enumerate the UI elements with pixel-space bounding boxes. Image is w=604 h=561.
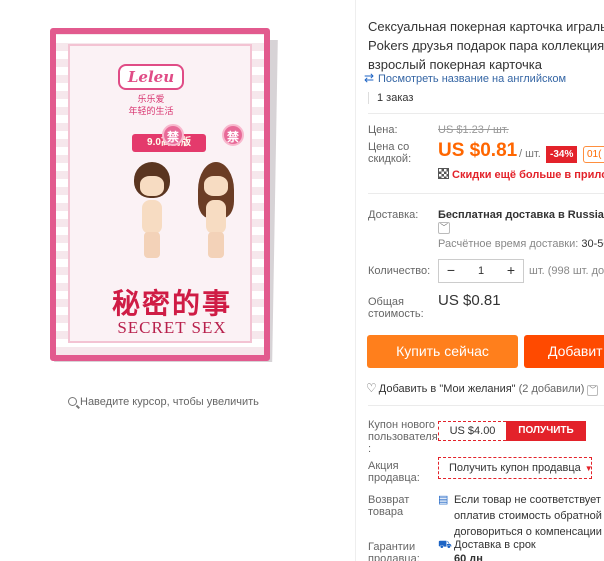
- guarantee-text: Доставка в срок: [454, 539, 536, 551]
- total-label: Общая стоимость:: [368, 296, 424, 320]
- seller-promo-label: Акция продавца:: [368, 460, 420, 484]
- magnifier-icon: [68, 397, 77, 406]
- divider: [368, 405, 604, 406]
- returns-text-line-2: оплатив стоимость обратной п: [454, 510, 604, 522]
- translate-title-link[interactable]: ⇄ Посмотреть название на английском: [364, 71, 566, 85]
- product-box-face: Leleu 乐乐爱 年轻的生活 9.0高清版 禁 禁 秘密的事 SECRET S…: [68, 44, 252, 343]
- discount-badge: -34%: [546, 146, 578, 163]
- quantity-label: Количество:: [368, 265, 431, 277]
- delivery-time: Расчётное время доставки: 30-50: [438, 238, 604, 250]
- delivery-time-label: Расчётное время доставки:: [438, 238, 579, 250]
- brand-logo: Leleu: [118, 64, 184, 90]
- quantity-stepper: − 1 +: [438, 259, 524, 283]
- brand-sub-2: 年轻的生活: [128, 106, 174, 116]
- buy-now-button[interactable]: Купить сейчас: [367, 335, 518, 368]
- returns-label: Возврат товара: [368, 494, 410, 518]
- seller-coupon-dropdown[interactable]: Получить купон продавца ▼: [438, 457, 593, 479]
- shipping-label: Доставка:: [368, 209, 419, 221]
- quantity-available-note: шт. (998 шт. дос: [529, 265, 604, 277]
- quantity-input[interactable]: 1: [463, 260, 499, 282]
- discount-price: US $0.81: [438, 140, 518, 161]
- product-image-area[interactable]: Leleu 乐乐爱 年轻的生活 9.0高清版 禁 禁 秘密的事 SECRET S…: [0, 0, 355, 561]
- total-value: US $0.81: [438, 292, 501, 309]
- returns-text-line-3: договориться о компенсации с: [454, 526, 604, 538]
- delivery-time-value: 30-50: [581, 238, 604, 250]
- censor-badge-2: 禁: [222, 124, 244, 146]
- quantity-increase-button[interactable]: +: [499, 260, 523, 282]
- original-price: US $1.23 / шт.: [438, 124, 509, 136]
- product-photo[interactable]: Leleu 乐乐爱 年轻的生活 9.0高清版 禁 禁 秘密的事 SECRET S…: [50, 28, 270, 361]
- heart-icon: ♡: [366, 381, 377, 395]
- zoom-hint-text: Наведите курсор, чтобы увеличить: [80, 396, 259, 408]
- wishlist-dropdown-chevron-icon[interactable]: ﹀: [587, 385, 599, 396]
- delivery-truck-icon: ⛟: [438, 539, 452, 551]
- divider: [368, 113, 604, 114]
- caret-down-icon: ▼: [584, 464, 593, 473]
- boy-figure: [130, 162, 174, 262]
- add-to-cart-button[interactable]: Добавит: [524, 335, 604, 368]
- product-title-zh: 秘密的事: [111, 287, 232, 320]
- product-details-panel: Сексуальная покерная карточка играль Pok…: [355, 0, 604, 561]
- translate-link-text: Посмотреть название на английском: [378, 73, 567, 85]
- app-promo-text: Скидки ещё больше в приложе: [452, 169, 604, 181]
- guarantee-sub: 60 дн: [454, 553, 483, 561]
- return-info-icon: ▤: [438, 494, 449, 506]
- guarantee-label: Гарантии продавца:: [368, 541, 420, 561]
- product-title: Сексуальная покерная карточка играль Pok…: [368, 17, 604, 74]
- price-label: Цена:: [368, 124, 398, 136]
- product-title-line-1: Сексуальная покерная карточка играль: [368, 19, 604, 34]
- seller-coupon-text: Получить купон продавца: [449, 462, 581, 474]
- returns-text: Если товар не соответствует оп оплатив с…: [454, 492, 604, 540]
- zoom-hint: Наведите курсор, чтобы увеличить: [68, 396, 259, 408]
- censor-badge-1: 禁: [162, 124, 184, 146]
- price-unit: / шт.: [519, 148, 541, 160]
- product-title-en: SECRET SEX: [117, 318, 227, 337]
- wishlist-text: Добавить в "Мои желания": [378, 383, 516, 395]
- divider: [368, 193, 604, 194]
- returns-text-line-1: Если товар не соответствует оп: [454, 494, 604, 506]
- orders-count: 1 заказ: [368, 92, 413, 104]
- quantity-decrease-button[interactable]: −: [439, 260, 463, 282]
- product-title-line-2: Pokers друзья подарок пара коллекция і: [368, 38, 604, 53]
- discount-price-label: Цена со скидкой:: [368, 141, 412, 165]
- extra-badge[interactable]: 01(: [583, 146, 604, 163]
- translate-icon: ⇄: [364, 71, 375, 85]
- shipping-dropdown-chevron-icon[interactable]: ﹀: [438, 222, 450, 234]
- app-promo-link[interactable]: Скидки ещё больше в приложе: [438, 168, 604, 181]
- new-user-coupon-value: US $4.00: [438, 421, 506, 441]
- new-user-coupon-label: Купон нового пользователя :: [368, 419, 438, 455]
- qr-code-icon: [438, 168, 449, 179]
- get-coupon-button[interactable]: ПОЛУЧИТЬ: [506, 421, 586, 441]
- wishlist-link[interactable]: ♡ Добавить в "Мои желания" (2 добавили) ﹀: [366, 381, 599, 396]
- shipping-value: Бесплатная доставка в Russian F: [438, 209, 604, 221]
- girl-figure: [194, 162, 238, 262]
- wishlist-count: (2 добавили): [518, 383, 585, 395]
